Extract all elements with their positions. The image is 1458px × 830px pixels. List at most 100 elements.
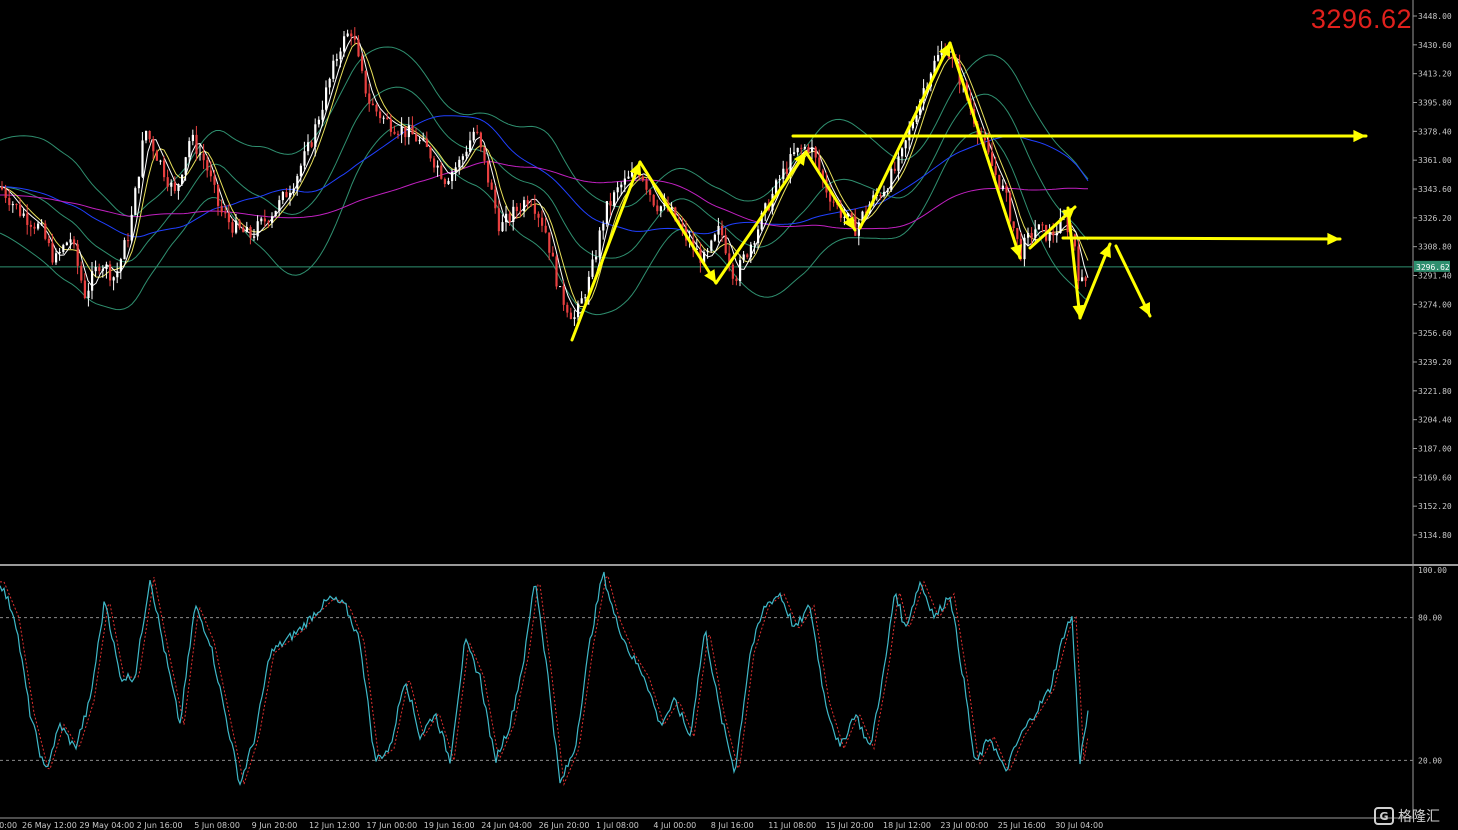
candle-body <box>1055 232 1058 236</box>
candle-body <box>379 111 382 119</box>
candle-body <box>256 221 259 237</box>
candle-body <box>155 151 158 161</box>
candle-body <box>206 160 209 171</box>
candle-body <box>321 109 324 120</box>
current-price-tag-label: 3296.62 <box>1416 263 1450 272</box>
price-tick-label: 3326.20 <box>1418 214 1452 223</box>
candle-body <box>105 264 108 270</box>
candle-body <box>159 160 162 162</box>
candle-body <box>937 55 940 61</box>
candle-body <box>757 229 760 244</box>
candle-body <box>526 200 529 205</box>
candle-body <box>811 147 814 153</box>
candle-body <box>422 138 425 140</box>
candle-body <box>314 124 317 147</box>
candle-body <box>8 197 11 206</box>
candle-body <box>951 58 954 60</box>
candle-body <box>555 256 558 287</box>
price-tick-label: 3308.80 <box>1418 243 1452 252</box>
price-pane[interactable] <box>0 27 1413 326</box>
candle-body <box>231 222 234 233</box>
oscillator-pane[interactable] <box>0 571 1413 787</box>
candle-body <box>112 277 115 281</box>
candle-body <box>382 117 385 119</box>
candle-body <box>749 244 752 258</box>
candle-body <box>991 152 994 167</box>
candle-body <box>490 182 493 190</box>
candle-body <box>332 60 335 79</box>
time-tick-label: 12 Jun 12:00 <box>309 821 360 830</box>
candle-body <box>544 225 547 233</box>
time-tick-label: 4 Jul 00:00 <box>653 821 696 830</box>
candle-body <box>37 223 40 229</box>
candle-body <box>170 182 173 187</box>
price-tick-label: 3152.20 <box>1418 502 1452 511</box>
candle-body <box>51 243 54 263</box>
candle-body <box>562 286 565 305</box>
stochastic-signal-line <box>0 575 1089 787</box>
candle-body <box>721 225 724 236</box>
candle-body <box>263 218 266 222</box>
price-tick-label: 3430.60 <box>1418 41 1452 50</box>
candle-body <box>609 201 612 206</box>
candle-body <box>994 166 997 175</box>
candle-body <box>451 172 454 182</box>
candle-body <box>890 168 893 191</box>
candle-body <box>1012 221 1015 229</box>
price-tick-label: 3169.60 <box>1418 473 1452 482</box>
candle-body <box>101 269 104 271</box>
candle-body <box>26 213 29 225</box>
candle-body <box>116 271 119 278</box>
candle-body <box>429 146 432 159</box>
candle-body <box>548 232 551 253</box>
candle-body <box>1084 277 1087 281</box>
candle-body <box>782 168 785 180</box>
candle-body <box>289 192 292 198</box>
candle-body <box>785 168 788 174</box>
price-tick-label: 3134.80 <box>1418 531 1452 540</box>
candle-body <box>591 259 594 277</box>
candle-body <box>76 244 79 266</box>
candle-body <box>217 184 220 206</box>
candle-body <box>893 168 896 171</box>
price-tick-label: 3256.60 <box>1418 329 1452 338</box>
candle-body <box>652 194 655 206</box>
candle-body <box>454 167 457 173</box>
candle-body <box>1027 232 1030 238</box>
candle-body <box>253 236 256 238</box>
candle-body <box>1048 231 1051 241</box>
candle-body <box>710 240 713 251</box>
candle-body <box>245 227 248 233</box>
candle-body <box>530 204 533 206</box>
candle-body <box>375 105 378 112</box>
candle-body <box>645 180 648 190</box>
candle-body <box>411 125 414 135</box>
candle-body <box>494 189 497 209</box>
candle-body <box>883 191 886 197</box>
candle-body <box>519 210 522 212</box>
candle-body <box>901 148 904 157</box>
candle-body <box>389 118 392 132</box>
candle-body <box>242 227 245 233</box>
candle-body <box>213 176 216 185</box>
candle-body <box>33 226 36 229</box>
candle-body <box>191 134 194 142</box>
candle-body <box>566 304 569 313</box>
candle-body <box>440 165 443 179</box>
candle-body <box>166 177 169 187</box>
candle-body <box>461 156 464 160</box>
candle-body <box>325 87 328 110</box>
candle-body <box>98 266 101 271</box>
candle-body <box>735 278 738 282</box>
candle-body <box>15 204 18 206</box>
time-tick-label: 11 Jul 08:00 <box>768 821 816 830</box>
candle-body <box>317 119 320 125</box>
candle-body <box>818 157 821 171</box>
oscillator-tick-label: 80.00 <box>1418 614 1442 623</box>
oscillator-tick-label: 20.00 <box>1418 756 1442 765</box>
time-tick-label: 25 Jul 16:00 <box>998 821 1046 830</box>
candle-body <box>58 251 61 254</box>
candle-body <box>515 206 518 211</box>
candle-body <box>778 179 781 181</box>
candle-body <box>418 139 421 142</box>
